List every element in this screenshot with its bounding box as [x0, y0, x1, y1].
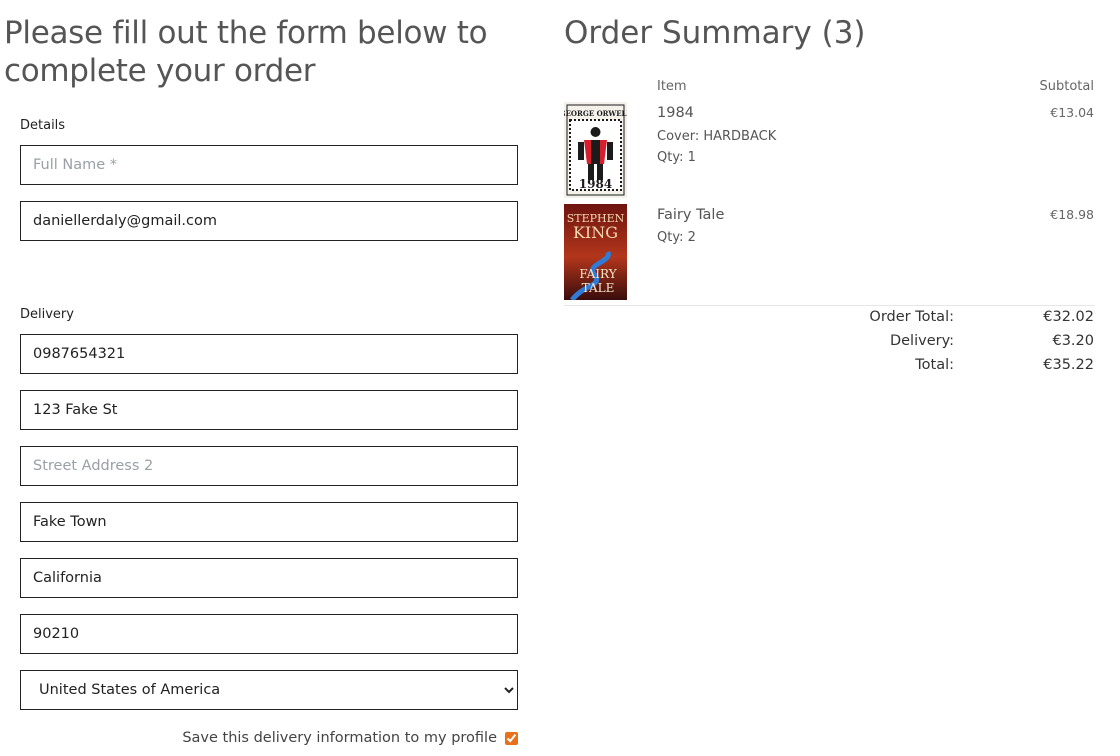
summary-title: Order Summary (3) — [564, 15, 866, 51]
town-input[interactable] — [20, 502, 518, 542]
grand-total-label: Total: — [915, 357, 954, 373]
country-select[interactable]: United States of America — [20, 670, 518, 710]
delivery-cost-label: Delivery: — [889, 333, 954, 349]
delivery-section-label: Delivery — [20, 307, 74, 322]
postcode-input[interactable] — [20, 614, 518, 654]
email-input[interactable] — [20, 201, 518, 241]
cover-title-line-2: TALE — [582, 281, 615, 295]
delivery-cost-value: €3.20 — [1052, 333, 1094, 349]
street-address-1-input[interactable] — [20, 390, 518, 430]
cover-author-line-2: KING — [573, 223, 618, 242]
form-title: Please fill out the form below to comple… — [4, 15, 488, 89]
item-column-header: Item — [657, 79, 687, 94]
item-quantity: Qty: 1 — [657, 150, 696, 165]
county-input[interactable] — [20, 558, 518, 598]
save-delivery-checkbox[interactable] — [505, 731, 518, 745]
order-line-item: GEORGE ORWELL 1984 1984 Cover: HARDBACK … — [564, 102, 1094, 198]
item-subtotal: €13.04 — [1050, 105, 1094, 120]
book-cover-fairy-tale[interactable]: STEPHEN KING FAIRY TALE — [564, 204, 627, 300]
subtotal-column-header: Subtotal — [1039, 79, 1094, 94]
book-cover-1984[interactable]: GEORGE ORWELL 1984 — [564, 102, 627, 198]
cover-title-text: 1984 — [579, 177, 612, 191]
item-name[interactable]: Fairy Tale — [657, 207, 724, 223]
cover-author-text: GEORGE ORWELL — [564, 109, 627, 118]
order-total-label: Order Total: — [869, 309, 954, 325]
order-line-item: STEPHEN KING FAIRY TALE Fairy Tale Qty: … — [564, 204, 1094, 300]
street-address-2-input[interactable] — [20, 446, 518, 486]
save-delivery-label[interactable]: Save this delivery information to my pro… — [182, 730, 497, 746]
save-delivery-row: Save this delivery information to my pro… — [20, 727, 518, 749]
item-quantity: Qty: 2 — [657, 230, 696, 245]
item-subtotal: €18.98 — [1050, 207, 1094, 222]
cover-title-line-1: FAIRY — [579, 267, 617, 281]
summary-divider — [564, 305, 1094, 306]
grand-total-value: €35.22 — [1043, 357, 1094, 373]
item-cover-type: Cover: HARDBACK — [657, 129, 777, 144]
phone-input[interactable] — [20, 334, 518, 374]
full-name-input[interactable] — [20, 145, 518, 185]
details-section-label: Details — [20, 118, 66, 133]
item-name[interactable]: 1984 — [657, 105, 694, 121]
order-total-value: €32.02 — [1043, 309, 1094, 325]
